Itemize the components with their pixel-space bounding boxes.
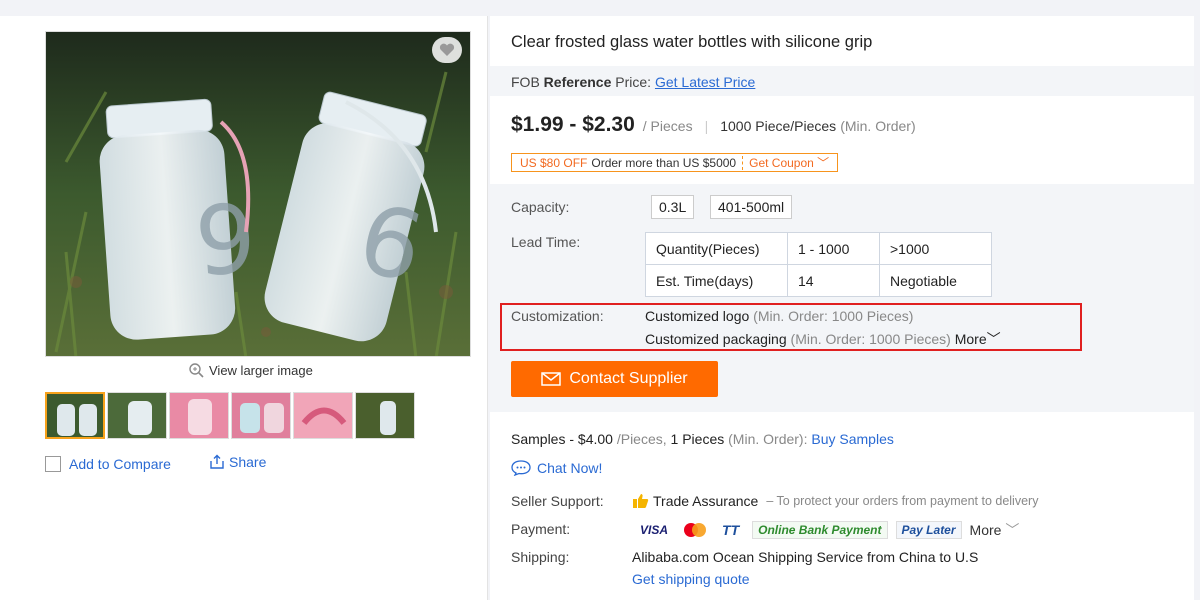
product-info-panel: Clear frosted glass water bottles with s… — [490, 16, 1194, 600]
product-title: Clear frosted glass water bottles with s… — [511, 33, 873, 51]
shipping-label: Shipping: — [511, 549, 570, 565]
product-page: 9 6 View larger image Add to Compare Sha… — [0, 0, 1200, 600]
thumbnail-3[interactable] — [169, 392, 229, 439]
custom-packaging-note: (Min. Order: 1000 Pieces) — [790, 331, 951, 347]
capacity-option-1[interactable]: 0.3L — [651, 195, 695, 219]
trade-assurance[interactable]: Trade Assurance – To protect your orders… — [631, 493, 1038, 509]
samples-unit: /Pieces, — [616, 431, 667, 447]
samples-price: Samples - $4.00 — [511, 431, 613, 447]
samples-note: (Min. Order): — [728, 431, 808, 447]
custom-packaging: Customized packaging — [645, 331, 787, 347]
get-latest-price-link[interactable]: Get Latest Price — [655, 74, 755, 90]
capacity-option-2[interactable]: 401-500ml — [710, 195, 793, 219]
min-order: 1000 Piece/Pieces — [720, 118, 837, 134]
fob-prefix: FOB — [511, 74, 544, 90]
get-coupon-button[interactable]: Get Coupon ﹀ — [743, 154, 837, 171]
custom-packaging-line: Customized packaging (Min. Order: 1000 P… — [645, 329, 1001, 349]
thumbnail-2[interactable] — [107, 392, 167, 439]
table-cell: >1000 — [879, 232, 992, 265]
samples-row: Samples - $4.00 /Pieces, 1 Pieces (Min. … — [511, 431, 894, 447]
custom-logo-note: (Min. Order: 1000 Pieces) — [753, 308, 914, 324]
chevron-down-icon: ﹀ — [986, 331, 1001, 347]
trade-assurance-name: Trade Assurance — [653, 493, 759, 509]
coupon-off: US $80 OFF — [520, 155, 588, 170]
visa-logo: VISA — [640, 523, 669, 537]
view-larger-label: View larger image — [209, 362, 313, 378]
coupon-banner: US $80 OFF Order more than US $5000 Get … — [511, 153, 839, 172]
lead-time-table: Quantity(Pieces) 1 - 1000 >1000 Est. Tim… — [645, 232, 992, 297]
heart-icon — [439, 43, 455, 56]
chat-now-label: Chat Now! — [537, 460, 603, 476]
trade-assurance-icon — [633, 494, 649, 508]
thumbnail-5[interactable] — [293, 392, 353, 439]
tt-logo: TT — [722, 522, 740, 538]
thumbnail-strip — [45, 392, 415, 439]
compare-label: Add to Compare — [69, 456, 171, 472]
payment-more-label: More — [969, 522, 1002, 538]
share-label: Share — [229, 454, 267, 470]
main-product-image[interactable]: 9 6 — [45, 31, 471, 357]
fob-suffix: Price: — [611, 74, 655, 90]
share-icon — [210, 454, 224, 469]
buy-samples-link[interactable]: Buy Samples — [811, 431, 893, 447]
chevron-down-icon: ﹀ — [817, 156, 830, 170]
compare-checkbox[interactable] — [45, 456, 61, 472]
get-coupon-label: Get Coupon — [749, 156, 814, 170]
price-row: $1.99 - $2.30 / Pieces | 1000 Piece/Piec… — [511, 113, 916, 137]
min-order-note: (Min. Order) — [840, 118, 916, 134]
thumbnail-4[interactable] — [231, 392, 291, 439]
contact-supplier-label: Contact Supplier — [569, 370, 688, 387]
payment-more-button[interactable]: More ﹀ — [970, 520, 1020, 540]
more-label: More — [954, 331, 987, 347]
fob-price-bar: FOB Reference Price: Get Latest Price — [490, 66, 1194, 96]
table-cell: Negotiable — [879, 264, 992, 297]
capacity-label: Capacity: — [511, 199, 570, 215]
contact-supplier-button[interactable]: Contact Supplier — [511, 361, 718, 397]
table-row: Est. Time(days) 14 Negotiable — [645, 264, 992, 297]
table-cell: Est. Time(days) — [645, 264, 788, 297]
price-separator: | — [704, 118, 709, 134]
chat-bubble-icon — [511, 460, 531, 476]
online-bank-payment-badge: Online Bank Payment — [752, 521, 888, 539]
payment-label: Payment: — [511, 521, 571, 537]
get-shipping-quote-link[interactable]: Get shipping quote — [632, 571, 750, 587]
payment-methods: VISA TT Online Bank Payment Pay Later Mo… — [635, 520, 1019, 540]
custom-logo-line: Customized logo (Min. Order: 1000 Pieces… — [645, 308, 913, 324]
chevron-down-icon: ﹀ — [1005, 522, 1020, 538]
coupon-condition: Order more than US $5000 — [591, 155, 744, 170]
gallery-panel: 9 6 View larger image Add to Compare Sha… — [0, 16, 488, 600]
price-range: $1.99 - $2.30 — [511, 113, 635, 136]
share-button[interactable]: Share — [208, 454, 266, 470]
chat-now-button[interactable]: Chat Now! — [511, 460, 602, 476]
add-to-compare[interactable]: Add to Compare — [45, 456, 171, 472]
fob-bold: Reference — [543, 74, 612, 90]
thumbnail-6[interactable] — [355, 392, 415, 439]
mail-icon — [541, 372, 562, 386]
customization-label: Customization: — [511, 308, 604, 324]
table-cell: 1 - 1000 — [787, 232, 880, 265]
trade-assurance-desc: – To protect your orders from payment to… — [766, 494, 1039, 508]
price-unit: / Pieces — [642, 118, 693, 134]
table-cell: Quantity(Pieces) — [645, 232, 788, 265]
shipping-service: Alibaba.com Ocean Shipping Service from … — [632, 549, 979, 565]
favorite-button[interactable] — [432, 37, 462, 63]
lead-time-label: Lead Time: — [511, 234, 581, 250]
table-cell: 14 — [787, 264, 880, 297]
table-row: Quantity(Pieces) 1 - 1000 >1000 — [645, 232, 992, 265]
mastercard-icon — [684, 523, 707, 537]
custom-logo: Customized logo — [645, 308, 750, 324]
view-larger-link[interactable]: View larger image — [188, 362, 313, 378]
thumbnail-1[interactable] — [45, 392, 105, 439]
pay-later-badge: Pay Later — [895, 521, 962, 539]
zoom-icon — [189, 363, 204, 378]
customization-more-button[interactable]: More﹀ — [955, 331, 1001, 347]
seller-support-label: Seller Support: — [511, 493, 604, 509]
samples-qty: 1 Pieces — [670, 431, 725, 447]
